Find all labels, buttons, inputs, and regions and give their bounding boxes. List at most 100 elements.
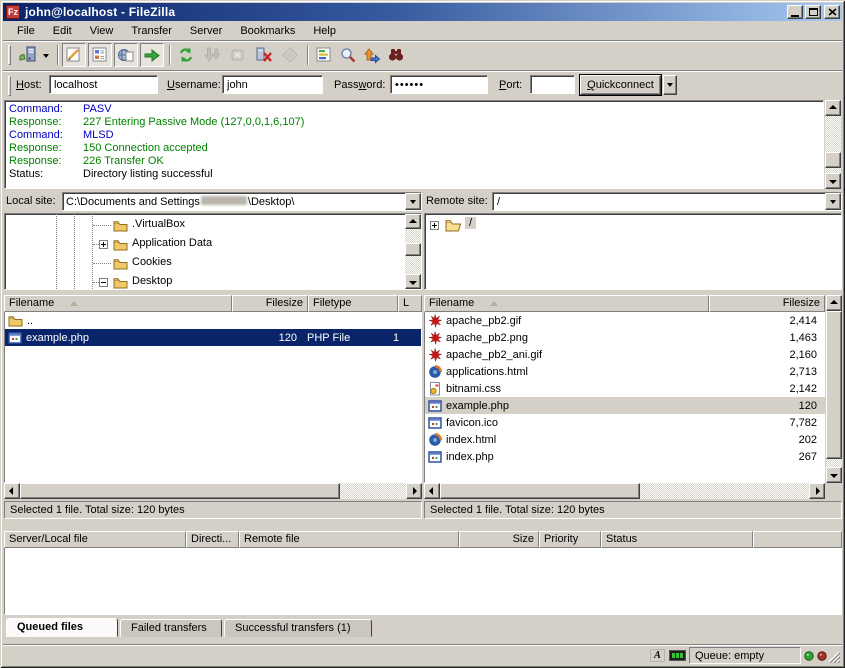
expand-plus-icon[interactable] bbox=[430, 221, 439, 230]
directory-comparison-button[interactable] bbox=[336, 43, 360, 67]
site-manager-dropdown[interactable] bbox=[40, 48, 52, 64]
chevron-down-icon bbox=[830, 200, 836, 204]
toggle-message-log-button[interactable] bbox=[62, 43, 86, 67]
tab-queued-files[interactable]: Queued files bbox=[6, 618, 118, 637]
menu-file[interactable]: File bbox=[8, 23, 44, 39]
chevron-down-icon bbox=[667, 83, 673, 87]
column-remote-file[interactable]: Remote file bbox=[239, 531, 459, 548]
tree-item-desktop[interactable]: Desktop bbox=[5, 273, 421, 290]
tree-item-root[interactable]: / bbox=[425, 216, 841, 235]
column-last-modified[interactable]: L bbox=[398, 295, 422, 312]
log-line: Response:227 Entering Passive Mode (127,… bbox=[9, 116, 819, 129]
menu-help[interactable]: Help bbox=[304, 23, 345, 39]
find-files-icon bbox=[387, 46, 405, 64]
column-priority[interactable]: Priority bbox=[539, 531, 601, 548]
tree-item-cookies[interactable]: Cookies bbox=[5, 254, 421, 273]
quickbar-grip[interactable] bbox=[8, 76, 11, 96]
disconnect-button[interactable] bbox=[252, 43, 276, 67]
column-size[interactable]: Size bbox=[459, 531, 539, 548]
column-filesize[interactable]: Filesize bbox=[232, 295, 308, 312]
green-led-icon bbox=[804, 651, 814, 661]
toolbar-grip[interactable] bbox=[8, 45, 11, 65]
filter-icon bbox=[315, 46, 333, 64]
file-row[interactable]: apache_pb2.png1,463 bbox=[425, 329, 825, 346]
file-row-example-php[interactable]: example.php 120 PHP File 1 bbox=[5, 329, 421, 346]
tree-item-application-data[interactable]: Application Data bbox=[5, 235, 421, 254]
synchronized-browsing-button[interactable] bbox=[360, 43, 384, 67]
maximize-icon bbox=[809, 8, 818, 16]
local-site-combo-arrow[interactable] bbox=[405, 193, 421, 210]
file-row[interactable]: index.php267 bbox=[425, 448, 825, 465]
collapse-minus-icon[interactable] bbox=[99, 278, 108, 287]
port-input[interactable] bbox=[530, 75, 575, 94]
toggle-remote-tree-button[interactable] bbox=[114, 43, 138, 67]
remote-vscrollbar[interactable] bbox=[826, 295, 842, 483]
redacted-username bbox=[201, 196, 247, 205]
column-server-local-file[interactable]: Server/Local file bbox=[4, 531, 186, 548]
file-row[interactable]: index.html202 bbox=[425, 431, 825, 448]
remote-tree-icon bbox=[117, 46, 135, 64]
local-hscrollbar[interactable] bbox=[4, 483, 422, 499]
local-status-text: Selected 1 file. Total size: 120 bytes bbox=[4, 501, 422, 519]
menu-server[interactable]: Server bbox=[181, 23, 231, 39]
file-row[interactable]: favicon.ico7,782 bbox=[425, 414, 825, 431]
tree-item-virtualbox[interactable]: .VirtualBox bbox=[5, 216, 421, 235]
remote-site-combo[interactable]: / bbox=[492, 192, 842, 211]
process-queue-button[interactable] bbox=[200, 43, 224, 67]
scrollbar-thumb[interactable] bbox=[825, 152, 841, 168]
minimize-button[interactable] bbox=[787, 5, 803, 19]
remote-site-combo-arrow[interactable] bbox=[825, 193, 841, 210]
remote-list-header: Filename Filesize bbox=[424, 295, 825, 312]
column-filler bbox=[753, 531, 842, 548]
refresh-button[interactable] bbox=[174, 43, 198, 67]
scrollbar-thumb[interactable] bbox=[20, 483, 340, 499]
find-files-button[interactable] bbox=[384, 43, 408, 67]
column-filename[interactable]: Filename bbox=[424, 295, 709, 312]
quickconnect-button[interactable]: Quickconnect bbox=[580, 75, 661, 95]
menu-bookmarks[interactable]: Bookmarks bbox=[231, 23, 304, 39]
file-row[interactable]: applications.html2,713 bbox=[425, 363, 825, 380]
column-direction[interactable]: Directi... bbox=[186, 531, 239, 548]
menu-transfer[interactable]: Transfer bbox=[122, 23, 181, 39]
tab-successful-transfers[interactable]: Successful transfers (1) bbox=[224, 619, 372, 637]
site-manager-button[interactable] bbox=[15, 43, 39, 67]
toggle-local-tree-button[interactable] bbox=[88, 43, 112, 67]
filter-button[interactable] bbox=[312, 43, 336, 67]
password-input[interactable]: •••••• bbox=[390, 75, 488, 94]
toggle-queue-button[interactable] bbox=[140, 43, 164, 67]
quickconnect-dropdown[interactable] bbox=[663, 75, 677, 95]
data-type-indicator-icon[interactable]: A bbox=[650, 649, 665, 662]
file-row[interactable]: bitnami.css2,142 bbox=[425, 380, 825, 397]
queue-status-text: Queue: empty bbox=[689, 647, 801, 664]
speed-limit-icon[interactable] bbox=[669, 650, 686, 661]
menu-view[interactable]: View bbox=[81, 23, 123, 39]
scrollbar-thumb[interactable] bbox=[405, 243, 421, 256]
username-input[interactable]: john bbox=[222, 75, 323, 94]
local-site-combo[interactable]: C:\Documents and Settings\Desktop\ bbox=[62, 192, 422, 211]
file-row-selected[interactable]: example.php120 bbox=[425, 397, 825, 414]
close-button[interactable] bbox=[824, 5, 840, 19]
scrollbar-thumb[interactable] bbox=[440, 483, 640, 499]
host-input[interactable]: localhost bbox=[49, 75, 158, 94]
cancel-operation-button[interactable] bbox=[226, 43, 250, 67]
disconnect-icon bbox=[255, 46, 273, 64]
scrollbar-thumb[interactable] bbox=[826, 311, 842, 459]
reconnect-button[interactable] bbox=[278, 43, 302, 67]
local-list-header: Filename Filesize Filetype L bbox=[4, 295, 422, 312]
file-row[interactable]: apache_pb2.gif2,414 bbox=[425, 312, 825, 329]
menu-edit[interactable]: Edit bbox=[44, 23, 81, 39]
column-filetype[interactable]: Filetype bbox=[308, 295, 398, 312]
maximize-button[interactable] bbox=[805, 5, 821, 19]
column-status[interactable]: Status bbox=[601, 531, 753, 548]
scroll-right-icon bbox=[816, 487, 820, 495]
local-tree-scrollbar[interactable] bbox=[405, 214, 421, 289]
column-filesize[interactable]: Filesize bbox=[709, 295, 825, 312]
file-row[interactable]: apache_pb2_ani.gif2,160 bbox=[425, 346, 825, 363]
tab-failed-transfers[interactable]: Failed transfers bbox=[120, 619, 222, 637]
remote-hscrollbar[interactable] bbox=[424, 483, 825, 499]
resize-grip[interactable] bbox=[827, 650, 840, 663]
file-row-parent-dir[interactable]: .. bbox=[5, 312, 421, 329]
log-scrollbar[interactable] bbox=[825, 100, 841, 189]
expand-plus-icon[interactable] bbox=[99, 240, 108, 249]
column-filename[interactable]: Filename bbox=[4, 295, 232, 312]
